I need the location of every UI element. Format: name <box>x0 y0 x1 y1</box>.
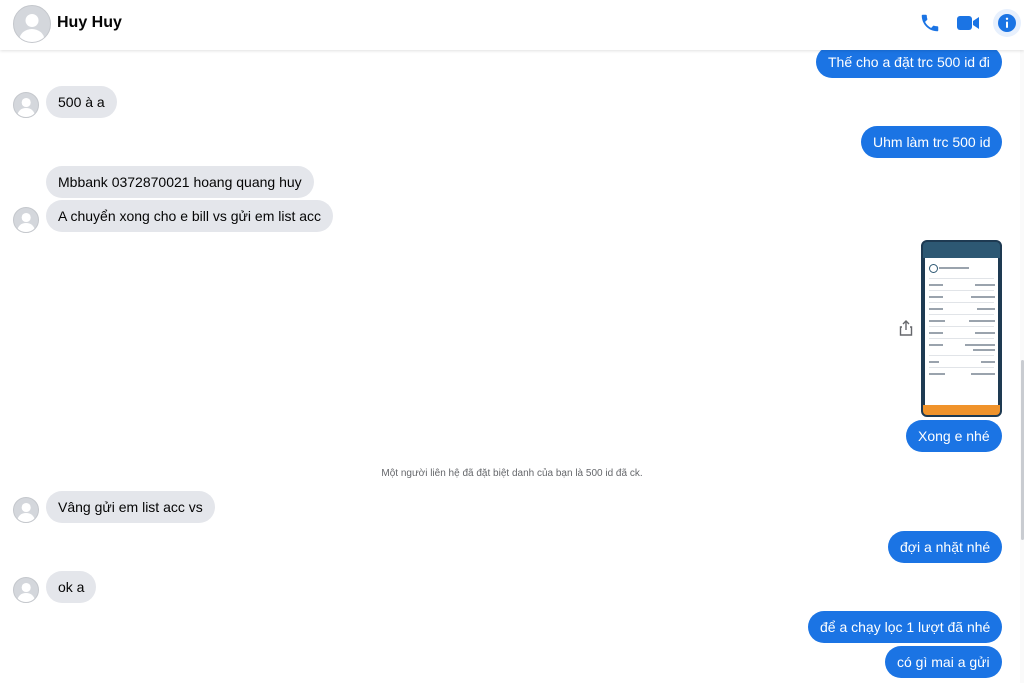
outgoing-message[interactable]: có gì mai a gửi <box>885 646 1002 678</box>
incoming-message[interactable]: Mbbank 0372870021 hoang quang huy <box>46 166 314 198</box>
outgoing-message[interactable]: đợi a nhặt nhé <box>888 531 1003 563</box>
outgoing-message[interactable]: để a chạy lọc 1 lượt đã nhé <box>808 611 1003 643</box>
scrollbar-track[interactable] <box>1020 50 1024 683</box>
image-attachment[interactable] <box>921 240 1002 417</box>
system-notice: Một người liên hệ đã đặt biệt danh của b… <box>381 468 643 479</box>
outgoing-message[interactable]: Xong e nhé <box>906 420 1002 452</box>
contact-avatar-small[interactable] <box>13 497 39 523</box>
contact-avatar-small[interactable] <box>13 577 39 603</box>
incoming-message[interactable]: A chuyển xong cho e bill vs gửi em list … <box>46 200 334 232</box>
incoming-message[interactable]: ok a <box>46 571 97 603</box>
outgoing-message[interactable]: Thế cho a đặt trc 500 id đi <box>816 46 1002 78</box>
share-icon[interactable] <box>899 320 913 336</box>
incoming-message[interactable]: Vâng gửi em list acc vs <box>46 491 215 523</box>
outgoing-message[interactable]: Uhm làm trc 500 id <box>861 126 1003 158</box>
phone-icon[interactable] <box>917 10 943 36</box>
info-icon[interactable] <box>993 9 1021 37</box>
message-thread: Thế cho a đặt trc 500 id đi 500 à a Uhm … <box>0 46 1024 683</box>
chat-header: Huy Huy <box>0 0 1024 50</box>
contact-avatar[interactable] <box>13 5 51 43</box>
contact-avatar-small[interactable] <box>13 207 39 233</box>
contact-avatar-small[interactable] <box>13 92 39 118</box>
incoming-message[interactable]: 500 à a <box>46 86 117 118</box>
video-icon[interactable] <box>955 10 981 36</box>
contact-name[interactable]: Huy Huy <box>57 14 122 32</box>
